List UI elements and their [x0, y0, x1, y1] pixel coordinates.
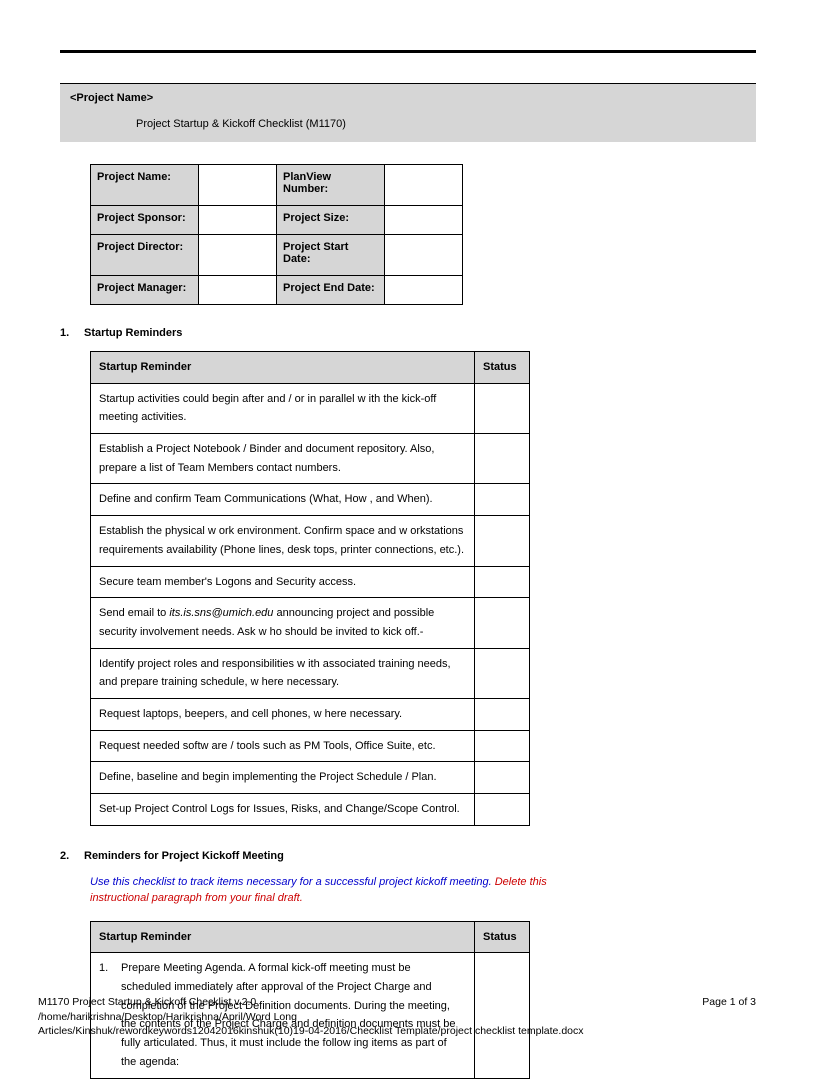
info-label: PlanView Number:: [277, 165, 385, 206]
status-cell: [475, 730, 530, 762]
status-cell: [475, 383, 530, 433]
top-rule: [60, 50, 756, 53]
info-value: [199, 235, 277, 276]
project-info-table: Project Name: PlanView Number: Project S…: [90, 164, 463, 305]
page-footer: Page 1 of 3 M1170 Project Startup & Kick…: [38, 995, 756, 1038]
info-label: Project Director:: [91, 235, 199, 276]
footer-line: Articles/Kinshuk/rewordkeywords12042016k…: [38, 1024, 756, 1038]
status-cell: [475, 794, 530, 826]
status-cell: [475, 566, 530, 598]
reminder-cell: Request needed softw are / tools such as…: [91, 730, 475, 762]
info-label: Project Sponsor:: [91, 206, 199, 235]
reminder-cell: Set-up Project Control Logs for Issues, …: [91, 794, 475, 826]
section-1-heading: 1.Startup Reminders: [60, 327, 756, 339]
info-value: [199, 165, 277, 206]
info-label: Project Manager:: [91, 276, 199, 305]
col-header-status: Status: [475, 352, 530, 384]
document-subtitle: Project Startup & Kickoff Checklist (M11…: [70, 118, 746, 130]
col-header-status: Status: [475, 921, 530, 953]
reminder-cell: Request laptops, beepers, and cell phone…: [91, 698, 475, 730]
col-header-reminder: Startup Reminder: [91, 921, 475, 953]
status-cell: [475, 434, 530, 484]
reminder-cell: Establish the physical w ork environment…: [91, 516, 475, 566]
info-value: [385, 165, 463, 206]
footer-line: M1170 Project Startup & Kickoff Checklis…: [38, 995, 756, 1009]
instruction-text: Use this checklist to track items necess…: [90, 874, 560, 907]
reminder-cell: Establish a Project Notebook / Binder an…: [91, 434, 475, 484]
col-header-reminder: Startup Reminder: [91, 352, 475, 384]
status-cell: [475, 698, 530, 730]
info-value: [385, 276, 463, 305]
section-2-heading: 2.Reminders for Project Kickoff Meeting: [60, 850, 756, 862]
reminder-cell: Identify project roles and responsibilit…: [91, 648, 475, 698]
info-value: [385, 206, 463, 235]
info-label: Project Name:: [91, 165, 199, 206]
status-cell: [475, 648, 530, 698]
footer-line: /home/harikrishna/Desktop/Harikrishna/Ap…: [38, 1010, 756, 1024]
reminder-cell: Secure team member's Logons and Security…: [91, 566, 475, 598]
info-value: [385, 235, 463, 276]
reminder-cell: Startup activities could begin after and…: [91, 383, 475, 433]
document-page: <Project Name> Project Startup & Kickoff…: [0, 0, 816, 1056]
status-cell: [475, 762, 530, 794]
title-block: <Project Name> Project Startup & Kickoff…: [60, 83, 756, 142]
project-name-placeholder: <Project Name>: [70, 92, 746, 104]
reminder-cell: Define and confirm Team Communications (…: [91, 484, 475, 516]
reminder-cell: Send email to its.is.sns@umich.edu annou…: [91, 598, 475, 648]
page-number: Page 1 of 3: [702, 995, 756, 1009]
info-label: Project Start Date:: [277, 235, 385, 276]
info-label: Project Size:: [277, 206, 385, 235]
reminder-cell: Define, baseline and begin implementing …: [91, 762, 475, 794]
status-cell: [475, 598, 530, 648]
status-cell: [475, 484, 530, 516]
startup-reminders-table: Startup Reminder Status Startup activiti…: [90, 351, 530, 826]
info-value: [199, 206, 277, 235]
info-value: [199, 276, 277, 305]
status-cell: [475, 516, 530, 566]
info-label: Project End Date:: [277, 276, 385, 305]
